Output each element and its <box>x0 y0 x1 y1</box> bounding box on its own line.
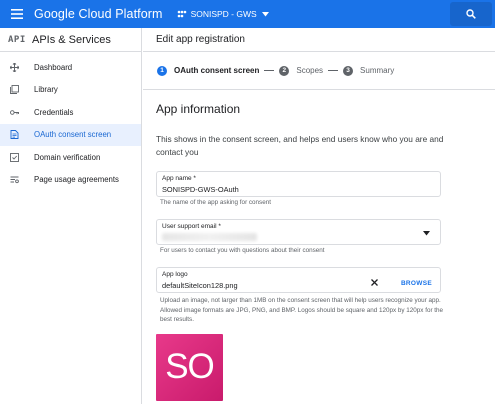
sidebar: API APIs & Services Dashboard Library Cr… <box>0 28 142 404</box>
sidebar-nav: Dashboard Library Credentials OAuth cons… <box>0 52 141 191</box>
step-number: 2 <box>279 65 290 76</box>
api-badge: API <box>8 34 26 45</box>
search-button[interactable] <box>450 2 492 26</box>
sidebar-item-page-usage-agreements[interactable]: Page usage agreements <box>0 169 141 192</box>
app-logo-hint: Upload an image, not larger than 1MB on … <box>160 297 444 323</box>
hamburger-menu-button[interactable] <box>0 0 34 28</box>
sidebar-item-label: Domain verification <box>34 152 101 162</box>
sidebar-item-dashboard[interactable]: Dashboard <box>0 56 141 79</box>
step-scopes[interactable]: 2 Scopes <box>279 65 324 76</box>
step-oauth-consent-screen[interactable]: 1 OAuth consent screen <box>157 65 260 76</box>
section-title: App information <box>156 102 241 116</box>
sidebar-header: API APIs & Services <box>0 28 141 52</box>
sidebar-title: APIs & Services <box>32 33 111 46</box>
intro-text: This shows in the consent screen, and he… <box>156 134 444 157</box>
app-logo-filename: defaultSiteIcon128.png <box>162 281 238 290</box>
consent-icon <box>8 129 20 141</box>
key-icon <box>8 106 20 118</box>
sidebar-item-label: Dashboard <box>34 62 73 72</box>
app-name-hint: The name of the app asking for consent <box>160 199 271 206</box>
settings-list-icon <box>8 174 20 186</box>
app-logo-field[interactable]: App logo defaultSiteIcon128.png BROWSE <box>156 267 441 293</box>
sidebar-item-label: Page usage agreements <box>34 175 119 185</box>
project-selector[interactable]: SONISPD - GWS <box>177 9 269 19</box>
search-icon <box>466 9 476 19</box>
sidebar-item-credentials[interactable]: Credentials <box>0 101 141 124</box>
browse-button[interactable]: BROWSE <box>401 280 432 287</box>
step-label: Scopes <box>296 66 324 75</box>
sidebar-item-label: OAuth consent screen <box>34 130 112 140</box>
step-summary[interactable]: 3 Summary <box>343 65 395 76</box>
close-icon[interactable] <box>371 279 378 286</box>
logo-preview-text: SO <box>165 347 215 386</box>
chevron-down-icon[interactable] <box>423 231 430 236</box>
step-number: 1 <box>157 65 167 76</box>
project-name: SONISPD - GWS <box>190 9 257 19</box>
step-label: OAuth consent screen <box>174 66 260 75</box>
app-name-field[interactable]: App name * SONISPD-GWS-OAuth <box>156 171 441 197</box>
app-logo-preview: SO <box>156 333 223 401</box>
sidebar-item-domain-verification[interactable]: Domain verification <box>0 146 141 169</box>
sidebar-item-label: Library <box>34 85 58 95</box>
menu-icon <box>11 9 23 19</box>
sidebar-item-label: Credentials <box>34 107 74 117</box>
step-label: Summary <box>360 66 395 75</box>
chevron-down-icon <box>261 11 269 16</box>
library-icon <box>8 84 20 96</box>
checkbox-icon <box>8 151 20 163</box>
step-number: 3 <box>343 65 354 76</box>
stepper: 1 OAuth consent screen 2 Scopes 3 Summar… <box>143 52 495 90</box>
brand-title[interactable]: Google Cloud Platform <box>34 7 163 21</box>
step-divider <box>328 70 339 71</box>
redacted-email <box>162 233 257 241</box>
form-content: App information This shows in the consen… <box>143 102 495 401</box>
sidebar-item-oauth-consent-screen[interactable]: OAuth consent screen <box>0 123 141 146</box>
page-title: Edit app registration <box>143 28 495 52</box>
field-label: App logo <box>162 271 188 278</box>
step-divider <box>264 70 275 71</box>
sidebar-item-library[interactable]: Library <box>0 79 141 102</box>
top-app-bar: Google Cloud Platform SONISPD - GWS <box>0 0 495 28</box>
support-email-hint: For users to contact you with questions … <box>160 247 325 254</box>
field-label: App name * <box>162 175 196 182</box>
support-email-field[interactable]: User support email * <box>156 219 441 245</box>
app-name-input[interactable]: SONISPD-GWS-OAuth <box>162 185 239 194</box>
dashboard-icon <box>8 61 20 73</box>
project-dots-icon <box>177 10 186 18</box>
field-label: User support email * <box>162 223 221 230</box>
main-panel: Edit app registration 1 OAuth consent sc… <box>143 28 495 404</box>
